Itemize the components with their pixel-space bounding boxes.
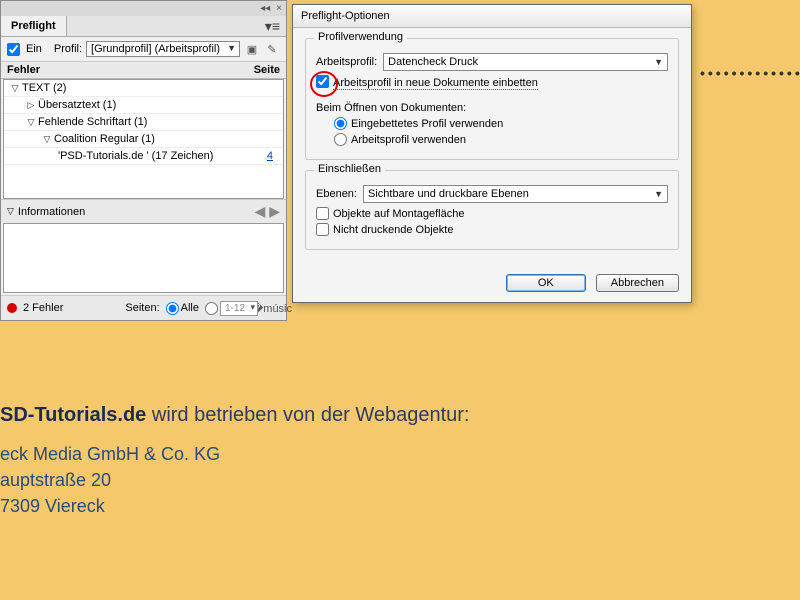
error-dot-icon <box>7 303 17 313</box>
embed-label: Arbeitsprofil in neue Dokumente einbette… <box>333 77 538 90</box>
tree-row[interactable]: ▽ Coalition Regular (1) <box>4 131 283 148</box>
chevron-down-icon[interactable]: ▽ <box>26 117 36 128</box>
info-area <box>3 223 284 293</box>
ein-label: Ein <box>26 43 42 55</box>
chevron-down-icon[interactable]: ▽ <box>7 206 14 217</box>
radio-embedded[interactable] <box>334 117 347 130</box>
chk-nicht-line: Nicht druckende Objekte <box>316 223 668 236</box>
profil-select[interactable]: [Grundprofil] (Arbeitsprofil) <box>86 41 240 57</box>
page-range-input[interactable]: 1-12 <box>220 301 258 316</box>
error-columns: Fehler Seite <box>1 62 286 79</box>
link-icon[interactable]: �músic <box>264 300 280 316</box>
arbeitsprofil-label: Arbeitsprofil: <box>316 56 377 68</box>
arbeitsprofil-select[interactable]: Datencheck Druck <box>383 53 668 71</box>
info-header[interactable]: ▽ Informationen ◀ ▶ <box>1 199 286 223</box>
tree-row[interactable]: ▽ TEXT (2) <box>4 80 283 97</box>
chk-nicht[interactable] <box>316 223 329 236</box>
cancel-button[interactable]: Abbrechen <box>596 274 679 292</box>
tree-label: Fehlende Schriftart (1) <box>38 116 147 128</box>
chevron-right-icon[interactable]: ▷ <box>26 100 36 111</box>
chk-objekte-label: Objekte auf Montagefläche <box>333 208 464 220</box>
radio-work-line: Arbeitsprofil verwenden <box>334 133 668 146</box>
tree-label: Übersatztext (1) <box>38 99 116 111</box>
preflight-options-dialog: Preflight-Optionen Profilverwendung Arbe… <box>292 4 692 303</box>
group-profilverwendung: Profilverwendung Arbeitsprofil: Datenche… <box>305 38 679 160</box>
info-label: Informationen <box>18 206 85 218</box>
dialog-buttons: OK Abbrechen <box>293 268 691 302</box>
group-einschliessen: Einschließen Ebenen: Sichtbare und druck… <box>305 170 679 250</box>
col-fehler: Fehler <box>7 64 254 76</box>
dialog-title: Preflight-Optionen <box>293 5 691 28</box>
group-title: Einschließen <box>314 163 385 175</box>
edit-icon[interactable]: ✎ <box>264 41 280 57</box>
tree-row[interactable]: ▷ Übersatztext (1) <box>4 97 283 114</box>
profil-label: Profil: <box>54 43 82 55</box>
embed-checkbox[interactable] <box>316 75 329 88</box>
chevron-down-icon[interactable]: ▽ <box>42 134 52 145</box>
ebenen-value: Sichtbare und druckbare Ebenen <box>368 188 529 200</box>
ok-button[interactable]: OK <box>506 274 586 292</box>
page-link[interactable]: 4 <box>267 150 279 162</box>
addr-3: 7309 Viereck <box>0 493 469 519</box>
radio-embedded-line: Eingebettetes Profil verwenden <box>334 117 668 130</box>
embed-icon[interactable]: ▣ <box>244 41 260 57</box>
decorative-dots: ••••••••••••• <box>700 65 800 81</box>
profil-value: [Grundprofil] (Arbeitsprofil) <box>91 43 220 55</box>
col-seite: Seite <box>254 64 280 76</box>
radio-work-label: Arbeitsprofil verwenden <box>351 134 466 146</box>
tree-label: Coalition Regular (1) <box>54 133 155 145</box>
ein-checkbox[interactable] <box>7 43 20 56</box>
error-count: 2 Fehler <box>23 302 63 314</box>
panel-menu-icon[interactable]: ▾≡ <box>259 18 286 35</box>
chk-objekte[interactable] <box>316 207 329 220</box>
panel-profile-row: Ein Profil: [Grundprofil] (Arbeitsprofil… <box>1 37 286 62</box>
addr-1: eck Media GmbH & Co. KG <box>0 441 469 467</box>
chk-objekte-line: Objekte auf Montagefläche <box>316 207 668 220</box>
arbeitsprofil-line: Arbeitsprofil: Datencheck Druck <box>316 53 668 71</box>
panel-controls: ◂◂ × <box>1 1 286 16</box>
chevron-down-icon[interactable]: ▽ <box>10 83 20 94</box>
tree-label: TEXT (2) <box>22 82 66 94</box>
error-tree[interactable]: ▽ TEXT (2) ▷ Übersatztext (1) ▽ Fehlende… <box>3 79 284 199</box>
status-row: 2 Fehler Seiten: Alle 1-12 �músic <box>1 295 286 320</box>
chk-nicht-label: Nicht druckende Objekte <box>333 224 453 236</box>
ebenen-select[interactable]: Sichtbare und druckbare Ebenen <box>363 185 668 203</box>
tab-preflight[interactable]: Preflight <box>1 16 67 36</box>
footer-brand: SD-Tutorials.de <box>0 404 146 426</box>
prev-icon[interactable]: ◀ <box>254 203 265 220</box>
group-title: Profilverwendung <box>314 31 407 43</box>
radio-embedded-label: Eingebettetes Profil verwenden <box>351 118 503 130</box>
dialog-body: Profilverwendung Arbeitsprofil: Datenche… <box>293 28 691 268</box>
panel-tab-row: Preflight ▾≡ <box>1 16 286 37</box>
seiten-label: Seiten: <box>125 302 159 314</box>
highlight-circle <box>316 75 329 91</box>
tree-row[interactable]: ▽ Fehlende Schriftart (1) <box>4 114 283 131</box>
arbeitsprofil-value: Datencheck Druck <box>388 56 478 68</box>
panel-collapse-icon[interactable]: ◂◂ <box>260 3 270 14</box>
addr-2: auptstraße 20 <box>0 467 469 493</box>
info-nav: ◀ ▶ <box>254 203 280 220</box>
ebenen-line: Ebenen: Sichtbare und druckbare Ebenen <box>316 185 668 203</box>
footer-text: SD-Tutorials.de wird betrieben von der W… <box>0 398 469 519</box>
radio-range[interactable] <box>205 302 218 315</box>
tree-label: 'PSD-Tutorials.de ' (17 Zeichen) <box>58 150 213 162</box>
alle-label: Alle <box>181 302 199 314</box>
radio-alle[interactable] <box>166 302 179 315</box>
tree-row[interactable]: 'PSD-Tutorials.de ' (17 Zeichen) 4 <box>4 148 283 165</box>
embed-line: Arbeitsprofil in neue Dokumente einbette… <box>316 75 668 91</box>
footer-line1b: wird betrieben von der Webagentur: <box>146 404 469 426</box>
preflight-panel: ◂◂ × Preflight ▾≡ Ein Profil: [Grundprof… <box>0 0 287 321</box>
panel-close-icon[interactable]: × <box>276 3 282 14</box>
next-icon[interactable]: ▶ <box>269 203 280 220</box>
radio-work[interactable] <box>334 133 347 146</box>
open-label: Beim Öffnen von Dokumenten: <box>316 102 668 114</box>
ebenen-label: Ebenen: <box>316 188 357 200</box>
